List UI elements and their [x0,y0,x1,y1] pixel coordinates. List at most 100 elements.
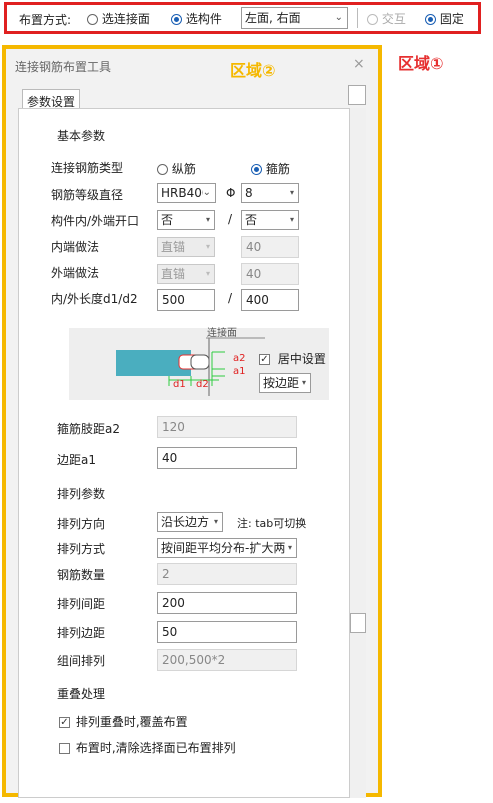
scrollbar-track[interactable] [350,108,366,798]
spacing-label: 排列间距 [57,597,106,611]
chevron-down-icon: ⌄ [202,184,211,202]
region-2-label: 区域② [230,61,276,80]
stirrup-spacing-label: 箍筋肢距a2 [57,422,120,436]
clear-arrange-label: 布置时,清除选择面已布置排列 [75,741,236,755]
radio-interactive-label: 交互 [381,12,406,26]
radio-stirrup-indicator[interactable] [251,164,262,175]
outer-method-label: 外端做法 [51,266,100,280]
grade-label: 钢筋等级直径 [51,188,124,202]
dropdown-arrow-icon: ▾ [213,513,218,531]
group-value: 200,500*2 [162,653,226,667]
spacing-input[interactable]: 200 [157,592,297,614]
radio-stirrup[interactable]: 箍筋 [251,160,290,177]
direction-value: 沿长边方 [161,515,210,529]
count-input[interactable]: 2 [157,563,297,585]
radio-select-member[interactable]: 选构件 [171,10,222,27]
center-checkbox-label: 居中设置 [277,352,326,366]
inner-method-label: 内端做法 [51,240,100,254]
layout-toolbar: 布置方式: 选连接面 选构件 左面, 右面 ⌄ 交互 固定 [4,2,481,34]
direction-label: 排列方向 [57,517,106,531]
side-select-value: 左面, 右面 [245,11,301,25]
radio-select-face-indicator[interactable] [87,14,98,25]
center-checkbox-box[interactable]: ✓ [259,354,270,365]
edge-distance-input[interactable]: 40 [157,447,297,469]
center-checkbox[interactable]: ✓ 居中设置 [259,350,326,367]
basic-params-header: 基本参数 [57,129,106,143]
grade-select[interactable]: HRB400 ⌄ [157,183,216,203]
edge-distance-value: 40 [162,451,178,465]
length-outer-input[interactable]: 400 [241,289,299,311]
opening-label: 构件内/外端开口 [51,214,140,228]
layout-mode-label: 布置方式: [19,13,72,27]
radio-fixed[interactable]: 固定 [425,10,464,27]
outer-method-select[interactable]: 直锚 ▾ [157,264,215,284]
opening-inner-select[interactable]: 否 ▾ [157,210,215,230]
group-label: 组间排列 [57,654,106,668]
side-select[interactable]: 左面, 右面 ⌄ [241,7,348,29]
outer-method-input[interactable]: 40 [241,263,299,285]
inner-method-input[interactable]: 40 [241,236,299,258]
d1-label: d1 [173,379,186,390]
opening-inner-value: 否 [161,213,174,227]
dropdown-arrow-icon: ▾ [301,378,306,387]
close-icon[interactable]: × [353,56,365,72]
length-separator: / [228,291,233,305]
edge-mode-value: 按边距 [263,376,300,390]
radio-longitudinal[interactable]: 纵筋 [157,160,196,177]
dropdown-arrow-icon: ▾ [289,215,294,224]
edge-mode-select[interactable]: 按边距 ▾ [259,373,311,393]
radio-fixed-indicator[interactable] [425,14,436,25]
dropdown-arrow-icon: ▾ [205,215,210,224]
radio-select-member-indicator[interactable] [171,14,182,25]
radio-longitudinal-label: 纵筋 [171,162,196,176]
panel-restore-button[interactable] [348,85,366,105]
arrange-edge-value: 50 [162,625,178,639]
radio-stirrup-label: 箍筋 [265,162,290,176]
overlap-cover-box[interactable]: ✓ [59,717,70,728]
radio-select-face[interactable]: 选连接面 [87,10,150,27]
dropdown-arrow-icon: ▾ [205,242,210,251]
radio-interactive-indicator[interactable] [367,14,378,25]
count-value: 2 [162,567,170,581]
radio-longitudinal-indicator[interactable] [157,164,168,175]
edge-distance-label: 边距a1 [57,453,96,467]
tab-switch-note: 注: tab可切换 [237,517,307,530]
stirrup-spacing-input[interactable]: 120 [157,416,297,438]
arrange-header: 排列参数 [57,487,106,501]
stirrup-spacing-value: 120 [162,420,185,434]
panel-title: 连接钢筋布置工具 [15,60,112,74]
chevron-down-icon: ⌄ [334,12,343,23]
radio-interactive[interactable]: 交互 [367,10,406,27]
scrollbar-thumb[interactable] [350,613,366,633]
rebar-type-label: 连接钢筋类型 [51,161,124,175]
direction-select[interactable]: 沿长边方 ▾ [157,512,223,532]
tab-params[interactable]: 参数设置 [22,89,80,109]
a1-label: a1 [233,366,246,377]
d2-label: d2 [196,379,209,390]
dropdown-arrow-icon: ▾ [289,188,294,197]
length-inner-input[interactable]: 500 [157,289,215,311]
clear-arrange-box[interactable] [59,743,70,754]
length-outer-value: 400 [246,293,269,307]
arrange-edge-label: 排列边距 [57,626,106,640]
dropdown-arrow-icon: ▾ [287,539,292,557]
radio-fixed-label: 固定 [439,12,464,26]
overlap-cover-checkbox[interactable]: ✓ 排列重叠时,覆盖布置 [59,713,188,730]
overlap-header: 重叠处理 [57,687,106,701]
clear-arrange-checkbox[interactable]: 布置时,清除选择面已布置排列 [59,739,236,756]
inner-method-select[interactable]: 直锚 ▾ [157,237,215,257]
radio-select-face-label: 选连接面 [101,12,150,26]
method-label: 排列方式 [57,542,106,556]
inner-method-num: 40 [246,240,262,254]
toolbar-divider [357,8,358,28]
method-select[interactable]: 按间距平均分布-扩大两 ▾ [157,538,297,558]
arrange-edge-input[interactable]: 50 [157,621,297,643]
opening-outer-select[interactable]: 否 ▾ [241,210,299,230]
group-input[interactable]: 200,500*2 [157,649,297,671]
region-1-label: 区域① [398,54,444,73]
stirrup-outline [190,354,210,370]
diameter-select[interactable]: 8 ▾ [241,183,299,203]
spacing-value: 200 [162,596,185,610]
inner-method-value: 直锚 [161,240,186,254]
rebar-diagram: 连接面 a2 a1 d1 d2 ✓ 居中设置 按边距 ▾ [69,328,329,400]
